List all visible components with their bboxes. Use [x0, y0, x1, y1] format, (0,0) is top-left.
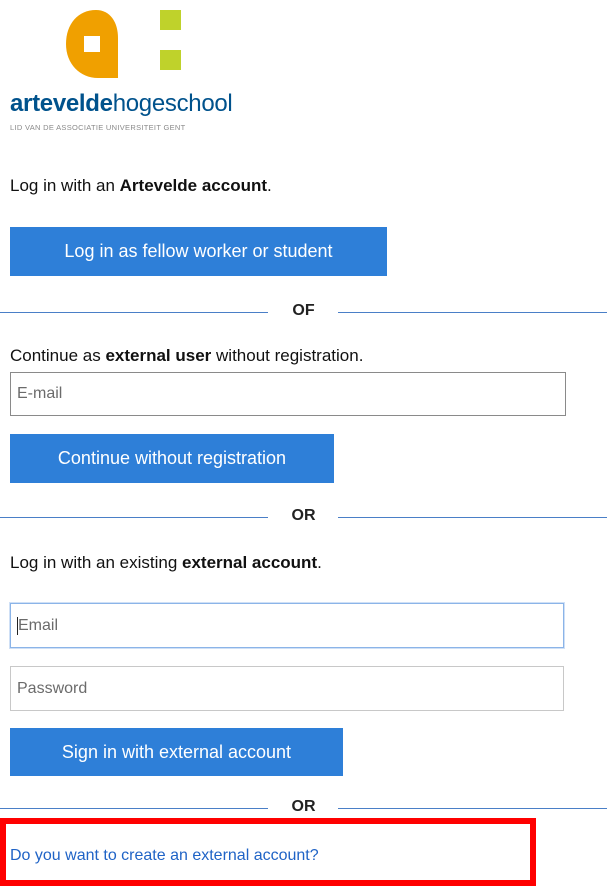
logo-wordmark: arteveldehogeschool [10, 90, 233, 118]
logo-word-bold: artevelde [10, 90, 113, 117]
divider-or-2: OR [0, 798, 607, 818]
password-placeholder: Password [17, 679, 88, 697]
external-user-intro: Continue as external user without regist… [10, 346, 363, 366]
login-worker-student-button[interactable]: Log in as fellow worker or student [10, 227, 387, 276]
password-input[interactable]: Password [10, 666, 564, 711]
intro-prefix: Continue as [10, 346, 106, 365]
logo-word-light: hogeschool [112, 90, 233, 117]
intro-suffix: . [267, 176, 272, 195]
divider-or: OR [0, 507, 607, 527]
divider-label: OF [292, 302, 315, 319]
divider-label: OR [291, 507, 316, 524]
artevelde-login-intro: Log in with an Artevelde account. [10, 176, 272, 196]
intro-bold: Artevelde account [119, 176, 268, 195]
intro-bold: external user [105, 346, 212, 365]
create-external-account-link[interactable]: Do you want to create an external accoun… [10, 847, 319, 865]
divider-line-right [338, 808, 607, 809]
intro-bold: external account [182, 553, 318, 572]
logo-mark-icon [66, 10, 181, 78]
email-placeholder: Email [18, 616, 59, 634]
email-placeholder: E-mail [17, 385, 63, 402]
divider-of: OF [0, 302, 607, 322]
divider-line-right [338, 517, 607, 518]
intro-suffix: . [317, 553, 322, 572]
artevelde-logo: arteveldehogeschool LID VAN DE ASSOCIATI… [10, 6, 270, 136]
existing-email-input[interactable]: Email [10, 603, 564, 648]
logo-subtitle: LID VAN DE ASSOCIATIE UNIVERSITEIT GENT [10, 123, 186, 132]
divider-line-right [338, 312, 607, 313]
intro-suffix: without registration. [211, 346, 364, 365]
intro-prefix: Log in with an existing [10, 553, 182, 572]
divider-label: OR [291, 798, 316, 815]
continue-without-registration-button[interactable]: Continue without registration [10, 434, 334, 483]
external-email-input[interactable]: E-mail [10, 372, 566, 416]
intro-prefix: Log in with an [10, 176, 120, 195]
existing-account-intro: Log in with an existing external account… [10, 553, 322, 573]
sign-in-external-button[interactable]: Sign in with external account [10, 728, 343, 776]
